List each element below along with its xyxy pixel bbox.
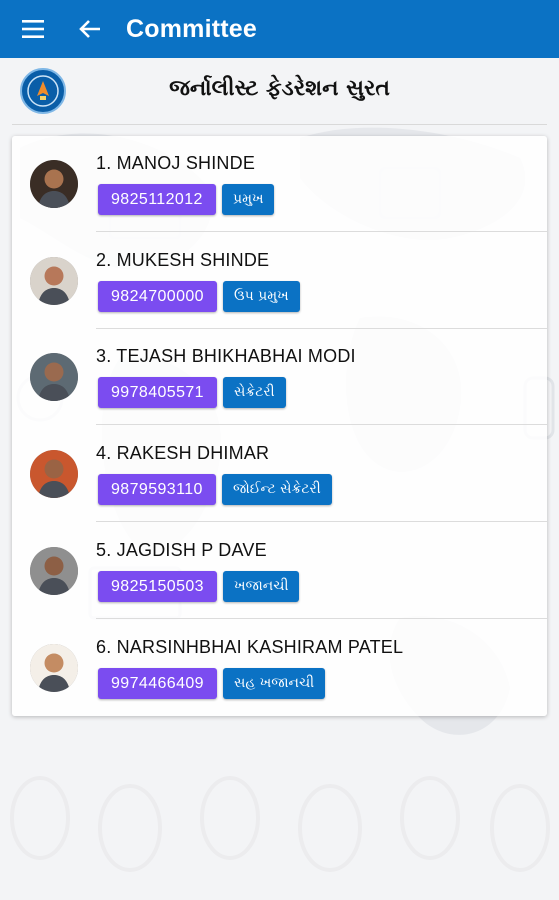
list-item[interactable]: 5. JAGDISH P DAVE 9825150503 ખજાનચી <box>12 523 547 619</box>
avatar <box>30 643 78 692</box>
avatar <box>30 353 78 402</box>
list-item[interactable]: 3. TEJASH BHIKHABHAI MODI 9978405571 સેક્ર… <box>12 329 547 426</box>
avatar <box>30 160 78 208</box>
organization-name: જર્નાલીસ્ટ ફેડરેશન સુરત <box>169 76 390 101</box>
role-badge: સેક્રેટરી <box>223 377 286 409</box>
role-badge: જોઈન્ટ સેક્રેટરી <box>222 474 332 506</box>
list-item[interactable]: 2. MUKESH SHINDE 9824700000 ઉપ પ્રમુખ <box>12 233 547 329</box>
role-badge: ઉપ પ્રમુખ <box>223 280 300 312</box>
committee-list: 1. MANOJ SHINDE 9825112012 પ્રમુખ 2. MUKESH… <box>12 136 547 716</box>
organization-header: જર્નાલીસ્ટ ફેડરેશન સુરત <box>0 58 559 124</box>
list-item[interactable]: 6. NARSINHBHAI KASHIRAM PATEL 9974466409 સ… <box>12 620 547 716</box>
phone-button[interactable]: 9879593110 <box>98 474 216 506</box>
member-name: 2. MUKESH SHINDE <box>96 249 270 270</box>
avatar <box>30 450 78 499</box>
phone-button[interactable]: 9825112012 <box>98 184 216 215</box>
role-badge: પ્રમુખ <box>222 184 275 215</box>
role-badge: સહ ખજાનચી <box>223 667 326 699</box>
phone-button[interactable]: 9825150503 <box>98 570 217 602</box>
header-divider <box>12 124 547 125</box>
member-name: 3. TEJASH BHIKHABHAI MODI <box>96 346 356 367</box>
phone-button[interactable]: 9824700000 <box>98 280 217 312</box>
member-name: 6. NARSINHBHAI KASHIRAM PATEL <box>96 636 404 657</box>
menu-icon[interactable] <box>0 0 66 58</box>
list-item[interactable]: 4. RAKESH DHIMAR 9879593110 જોઈન્ટ સેક્રેટ… <box>12 426 547 523</box>
arrow-back-icon[interactable] <box>66 0 114 58</box>
page-title: Committee <box>126 14 257 43</box>
list-item[interactable]: 1. MANOJ SHINDE 9825112012 પ્રમુખ <box>12 136 547 232</box>
avatar <box>30 256 78 305</box>
member-name: 5. JAGDISH P DAVE <box>96 539 267 560</box>
member-name: 1. MANOJ SHINDE <box>96 153 256 173</box>
role-badge: ખજાનચી <box>223 570 300 602</box>
member-name: 4. RAKESH DHIMAR <box>96 443 270 464</box>
phone-button[interactable]: 9978405571 <box>98 377 217 409</box>
app-bar: Committee <box>0 0 559 58</box>
phone-button[interactable]: 9974466409 <box>98 667 217 699</box>
avatar <box>30 546 78 595</box>
